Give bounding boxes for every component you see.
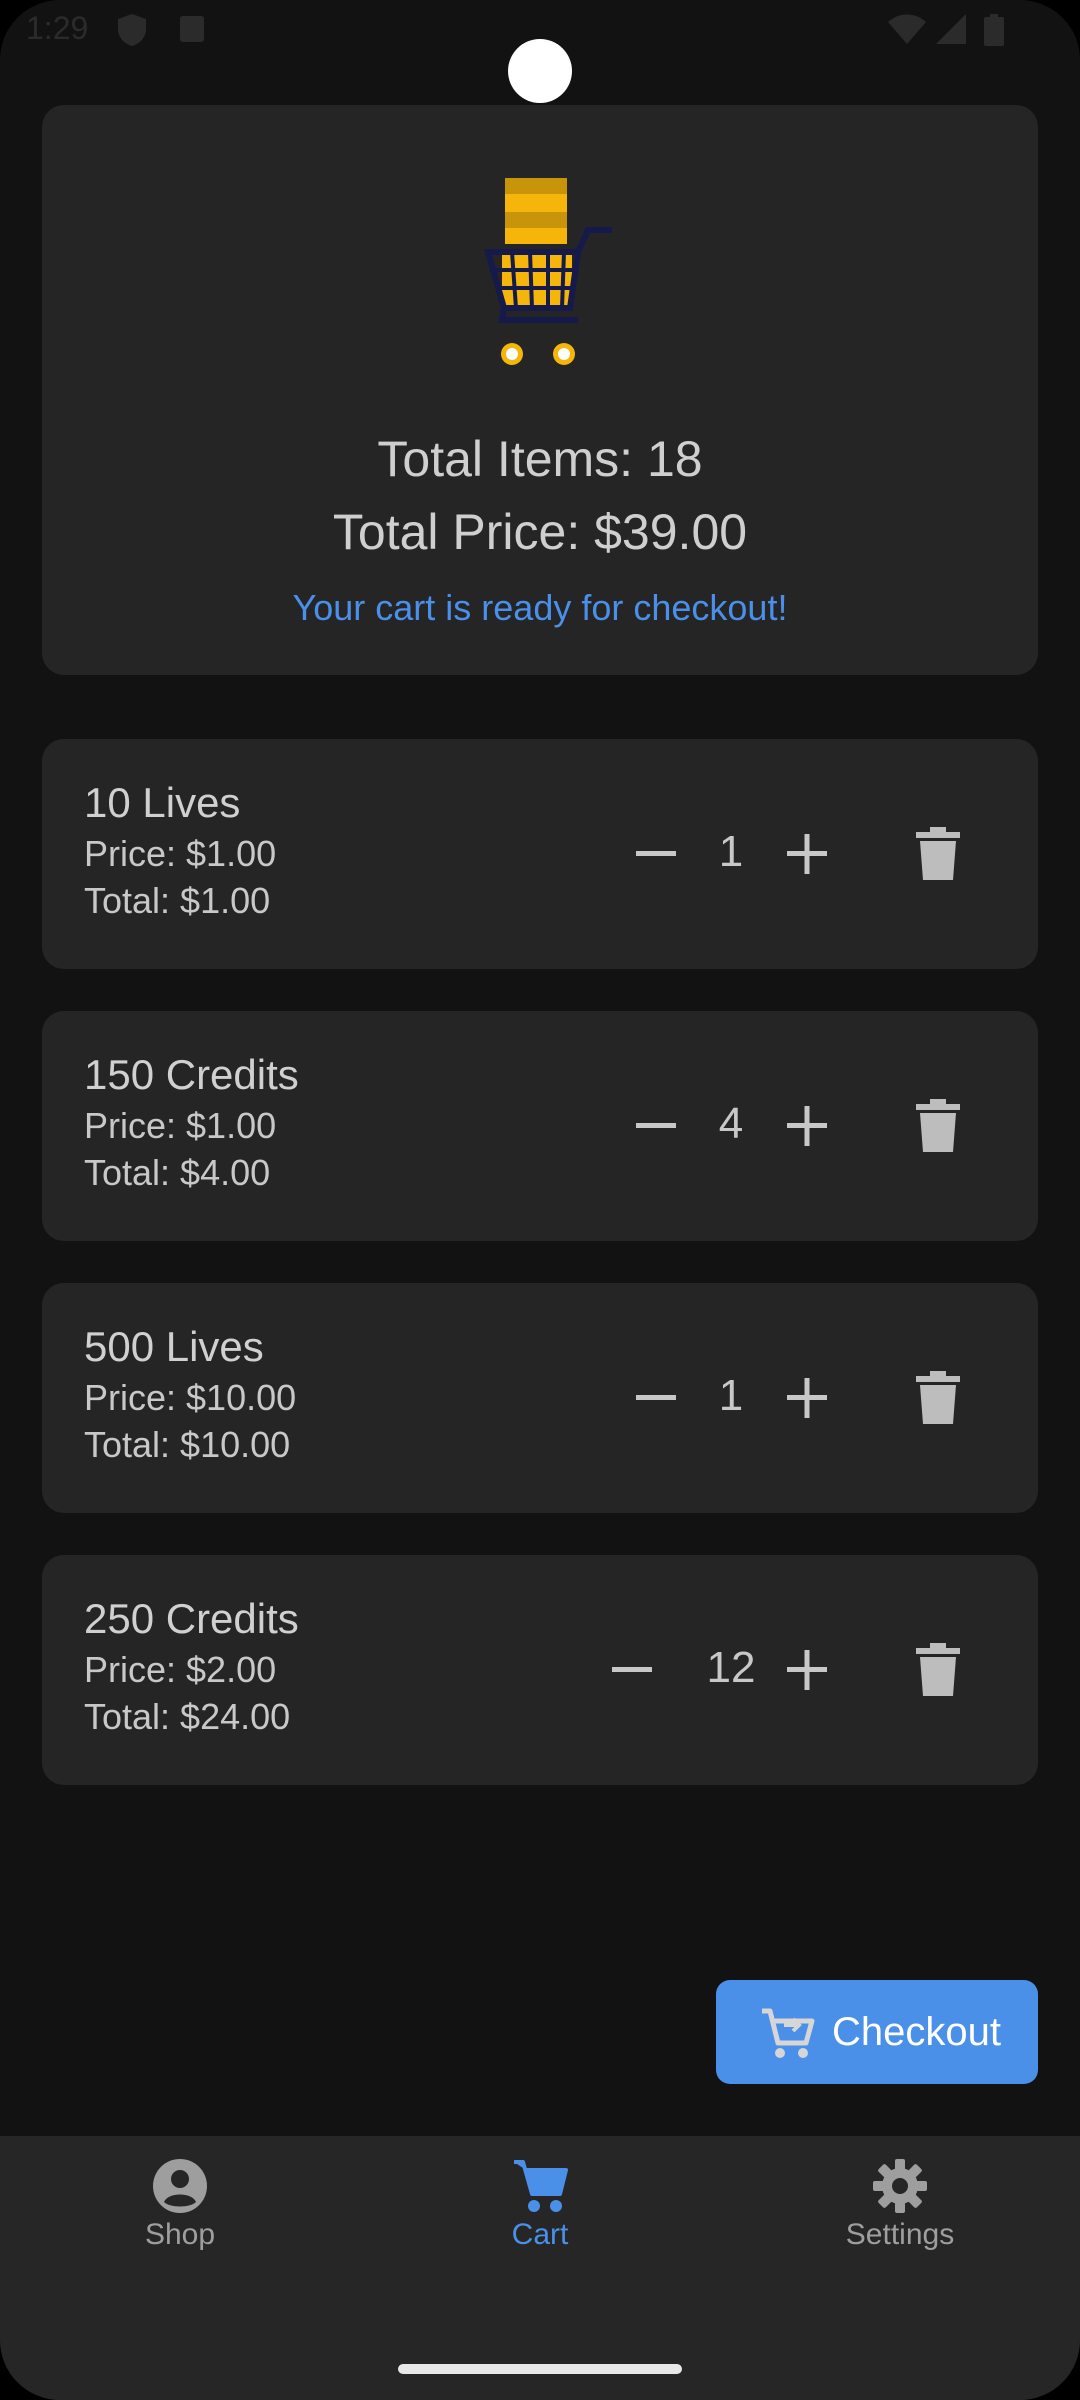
decrease-quantity-button[interactable] <box>602 1640 662 1700</box>
cart-item-card: 500 Lives Price: $10.00 Total: $10.00 1 <box>42 1283 1038 1513</box>
cart-screen: 1:29 Total Items: 18 Total Price: $39.00… <box>0 0 1080 2400</box>
item-price: Price: $2.00 <box>84 1649 277 1690</box>
item-total: Total: $10.00 <box>84 1424 291 1465</box>
wifi-icon <box>888 14 926 44</box>
decrease-quantity-button[interactable] <box>626 1096 686 1156</box>
gear-icon <box>873 2159 927 2213</box>
item-price: Price: $1.00 <box>84 833 277 874</box>
notification-icon <box>180 16 204 42</box>
nav-label-shop: Shop <box>144 2218 216 2251</box>
checkout-ready-message: Your cart is ready for checkout! <box>292 587 788 628</box>
status-time: 1:29 <box>26 10 89 46</box>
item-name: 250 Credits <box>84 1595 299 1642</box>
bottom-navigation: Shop Cart Settings <box>0 2136 1080 2400</box>
cart-item-card: 10 Lives Price: $1.00 Total: $1.00 1 <box>42 739 1038 969</box>
shopping-cart-icon <box>514 2160 568 2212</box>
delete-item-button[interactable] <box>908 1640 968 1700</box>
nav-item-cart[interactable]: Cart <box>420 2156 660 2266</box>
battery-icon <box>984 14 1004 46</box>
cart-item-card: 250 Credits Price: $2.00 Total: $24.00 1… <box>42 1555 1038 1785</box>
item-quantity: 1 <box>718 1371 744 1420</box>
increase-quantity-button[interactable] <box>777 1640 837 1700</box>
account-circle-icon <box>153 2159 207 2213</box>
item-quantity: 12 <box>706 1643 756 1692</box>
delete-item-button[interactable] <box>908 1368 968 1428</box>
total-price-text: Total Price: $39.00 <box>332 504 748 560</box>
item-quantity: 4 <box>718 1099 744 1148</box>
item-total: Total: $24.00 <box>84 1696 291 1737</box>
checkout-button[interactable]: Checkout <box>716 1980 1038 2084</box>
total-items-text: Total Items: 18 <box>377 431 703 487</box>
nav-item-settings[interactable]: Settings <box>780 2156 1020 2266</box>
item-name: 500 Lives <box>84 1323 264 1370</box>
item-name: 150 Credits <box>84 1051 299 1098</box>
increase-quantity-button[interactable] <box>777 1368 837 1428</box>
shopping-cart-illustration-icon <box>484 178 612 365</box>
checkout-label: Checkout <box>832 2009 1001 2054</box>
item-total: Total: $4.00 <box>84 1152 271 1193</box>
nav-label-cart: Cart <box>511 2218 569 2251</box>
cart-item-card: 150 Credits Price: $1.00 Total: $4.00 4 <box>42 1011 1038 1241</box>
decrease-quantity-button[interactable] <box>626 1368 686 1428</box>
item-quantity: 1 <box>718 827 744 876</box>
item-price: Price: $10.00 <box>84 1377 297 1418</box>
camera-cutout <box>508 39 572 103</box>
nav-label-settings: Settings <box>845 2218 955 2251</box>
item-price: Price: $1.00 <box>84 1105 277 1146</box>
nav-item-shop[interactable]: Shop <box>60 2156 300 2266</box>
delete-item-button[interactable] <box>908 1096 968 1156</box>
cell-signal-icon <box>936 14 966 44</box>
delete-item-button[interactable] <box>908 824 968 884</box>
decrease-quantity-button[interactable] <box>626 824 686 884</box>
shield-icon <box>118 14 146 46</box>
increase-quantity-button[interactable] <box>777 824 837 884</box>
increase-quantity-button[interactable] <box>777 1096 837 1156</box>
cart-arrow-down-icon <box>762 2008 815 2058</box>
home-indicator[interactable] <box>398 2364 682 2374</box>
item-total: Total: $1.00 <box>84 880 271 921</box>
item-name: 10 Lives <box>84 779 241 826</box>
